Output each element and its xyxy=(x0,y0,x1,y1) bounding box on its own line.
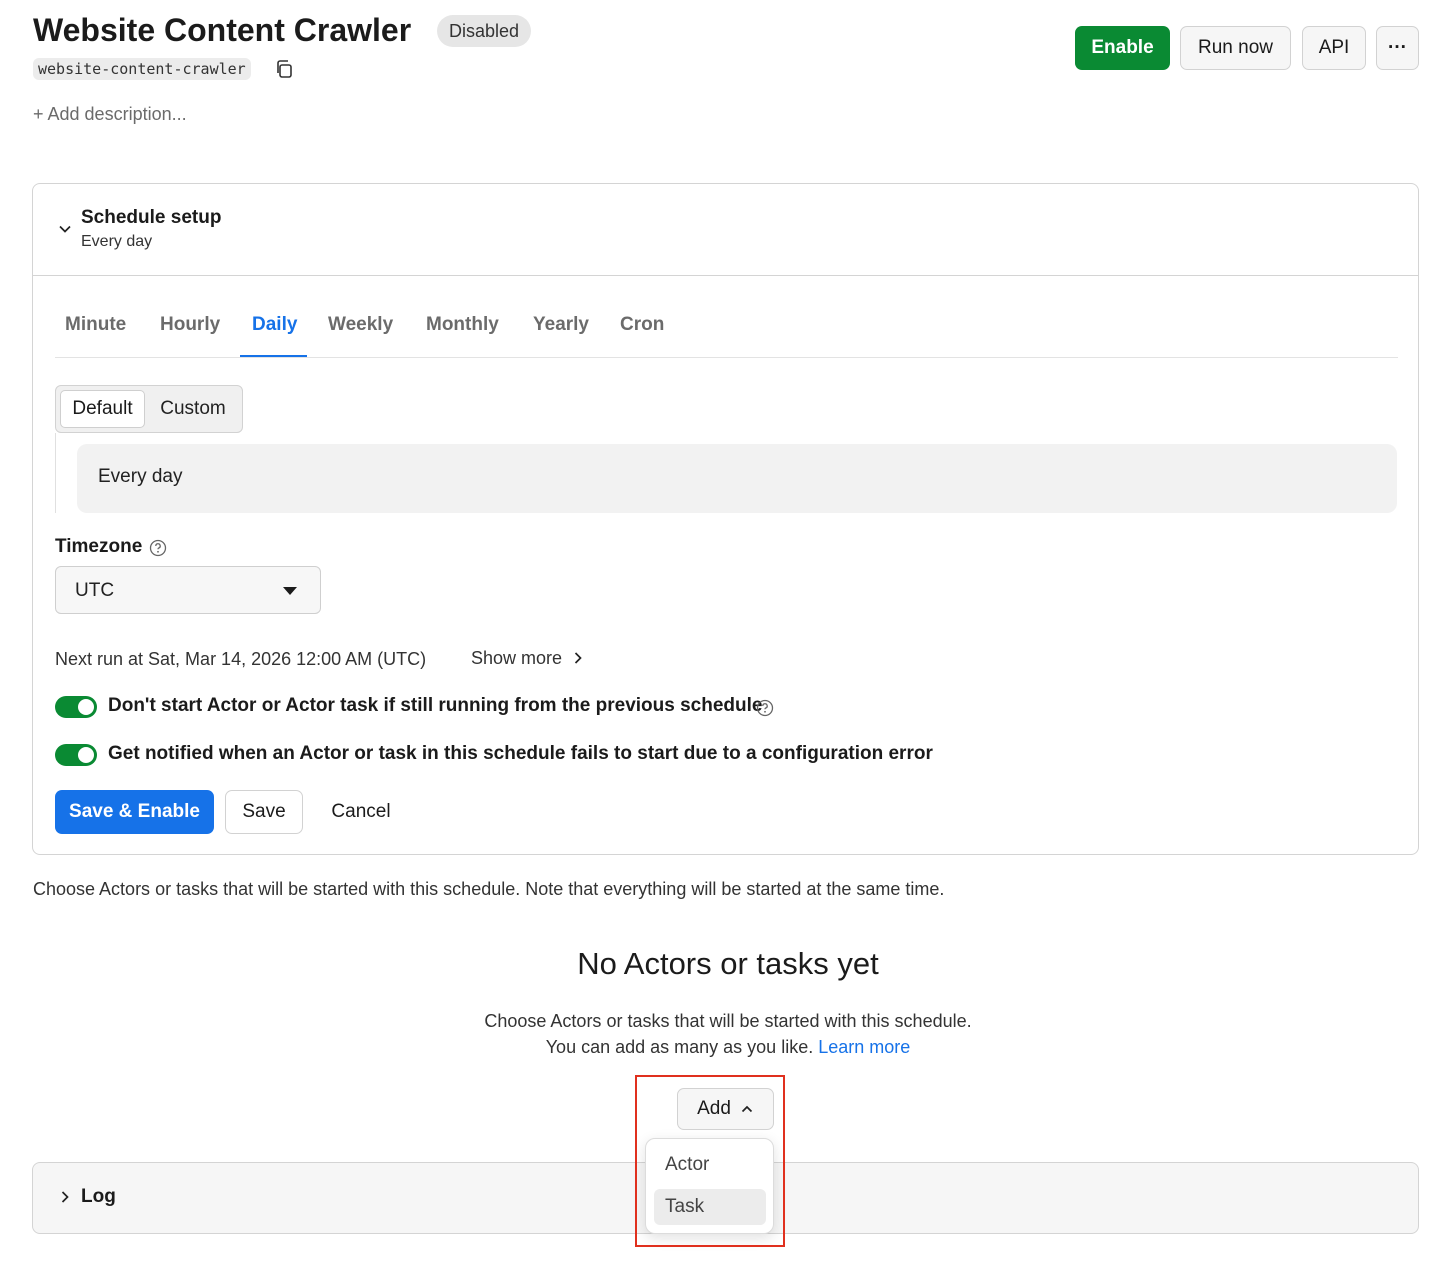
enable-button[interactable]: Enable xyxy=(1075,26,1170,70)
divider xyxy=(33,275,1418,276)
mode-custom-button[interactable]: Custom xyxy=(148,390,238,428)
chevron-down-icon[interactable] xyxy=(57,221,73,242)
cancel-button[interactable]: Cancel xyxy=(315,790,407,834)
timezone-label: Timezone xyxy=(55,536,143,557)
next-run-text: Next run at Sat, Mar 14, 2026 12:00 AM (… xyxy=(55,649,427,669)
chevron-right-icon[interactable] xyxy=(57,1189,73,1210)
run-now-button[interactable]: Run now xyxy=(1180,26,1291,70)
more-options-button[interactable]: ··· xyxy=(1376,26,1419,70)
tab-cron[interactable]: Cron xyxy=(620,314,664,336)
schedule-description-box xyxy=(77,444,1397,513)
show-more-label: Show more xyxy=(471,648,563,668)
help-icon[interactable] xyxy=(756,699,774,722)
learn-more-link[interactable]: Learn more xyxy=(818,1037,910,1057)
empty-state-text-2: You can add as many as you like. Learn m… xyxy=(0,1037,1456,1058)
active-tab-indicator xyxy=(240,355,307,357)
schedule-setup-subtitle: Every day xyxy=(81,233,153,250)
tab-daily[interactable]: Daily xyxy=(252,314,297,336)
chevron-right-icon xyxy=(574,652,582,664)
toggle-skip-if-running[interactable] xyxy=(55,696,97,718)
more-icon: ··· xyxy=(1388,37,1407,58)
status-badge: Disabled xyxy=(437,15,532,47)
toggle-notify-on-failure-label: Get notified when an Actor or task in th… xyxy=(108,743,933,764)
mode-default-button[interactable]: Default xyxy=(60,390,145,428)
actor-slug: website-content-crawler xyxy=(33,58,251,80)
timezone-value: UTC xyxy=(75,580,115,601)
add-description-link[interactable]: + Add description... xyxy=(33,104,187,125)
tab-hourly[interactable]: Hourly xyxy=(160,314,220,336)
actors-note: Choose Actors or tasks that will be star… xyxy=(33,879,945,899)
help-icon[interactable] xyxy=(149,539,167,562)
save-button[interactable]: Save xyxy=(225,790,303,834)
empty-state-title: No Actors or tasks yet xyxy=(577,946,879,981)
tab-yearly[interactable]: Yearly xyxy=(533,314,589,336)
caret-down-icon xyxy=(283,587,297,595)
tabs-divider xyxy=(55,357,1398,358)
empty-state-text: Choose Actors or tasks that will be star… xyxy=(484,1011,972,1031)
log-title[interactable]: Log xyxy=(81,1186,116,1208)
schedule-setup-title[interactable]: Schedule setup xyxy=(81,207,221,229)
tab-weekly[interactable]: Weekly xyxy=(328,314,393,336)
tab-monthly[interactable]: Monthly xyxy=(426,314,499,336)
schedule-description: Every day xyxy=(98,466,183,487)
toggle-notify-on-failure[interactable] xyxy=(55,744,97,766)
copy-icon[interactable] xyxy=(274,59,294,79)
empty-state-text-2-label: You can add as many as you like. xyxy=(545,1037,814,1057)
save-and-enable-button[interactable]: Save & Enable xyxy=(55,790,214,834)
page-title: Website Content Crawler xyxy=(33,12,412,48)
toggle-skip-if-running-label: Don't start Actor or Actor task if still… xyxy=(108,695,763,716)
highlight-annotation xyxy=(635,1075,785,1247)
tab-minute[interactable]: Minute xyxy=(65,314,126,336)
divider xyxy=(55,433,56,513)
show-more-link[interactable]: Show more xyxy=(471,648,585,669)
api-button[interactable]: API xyxy=(1302,26,1366,70)
